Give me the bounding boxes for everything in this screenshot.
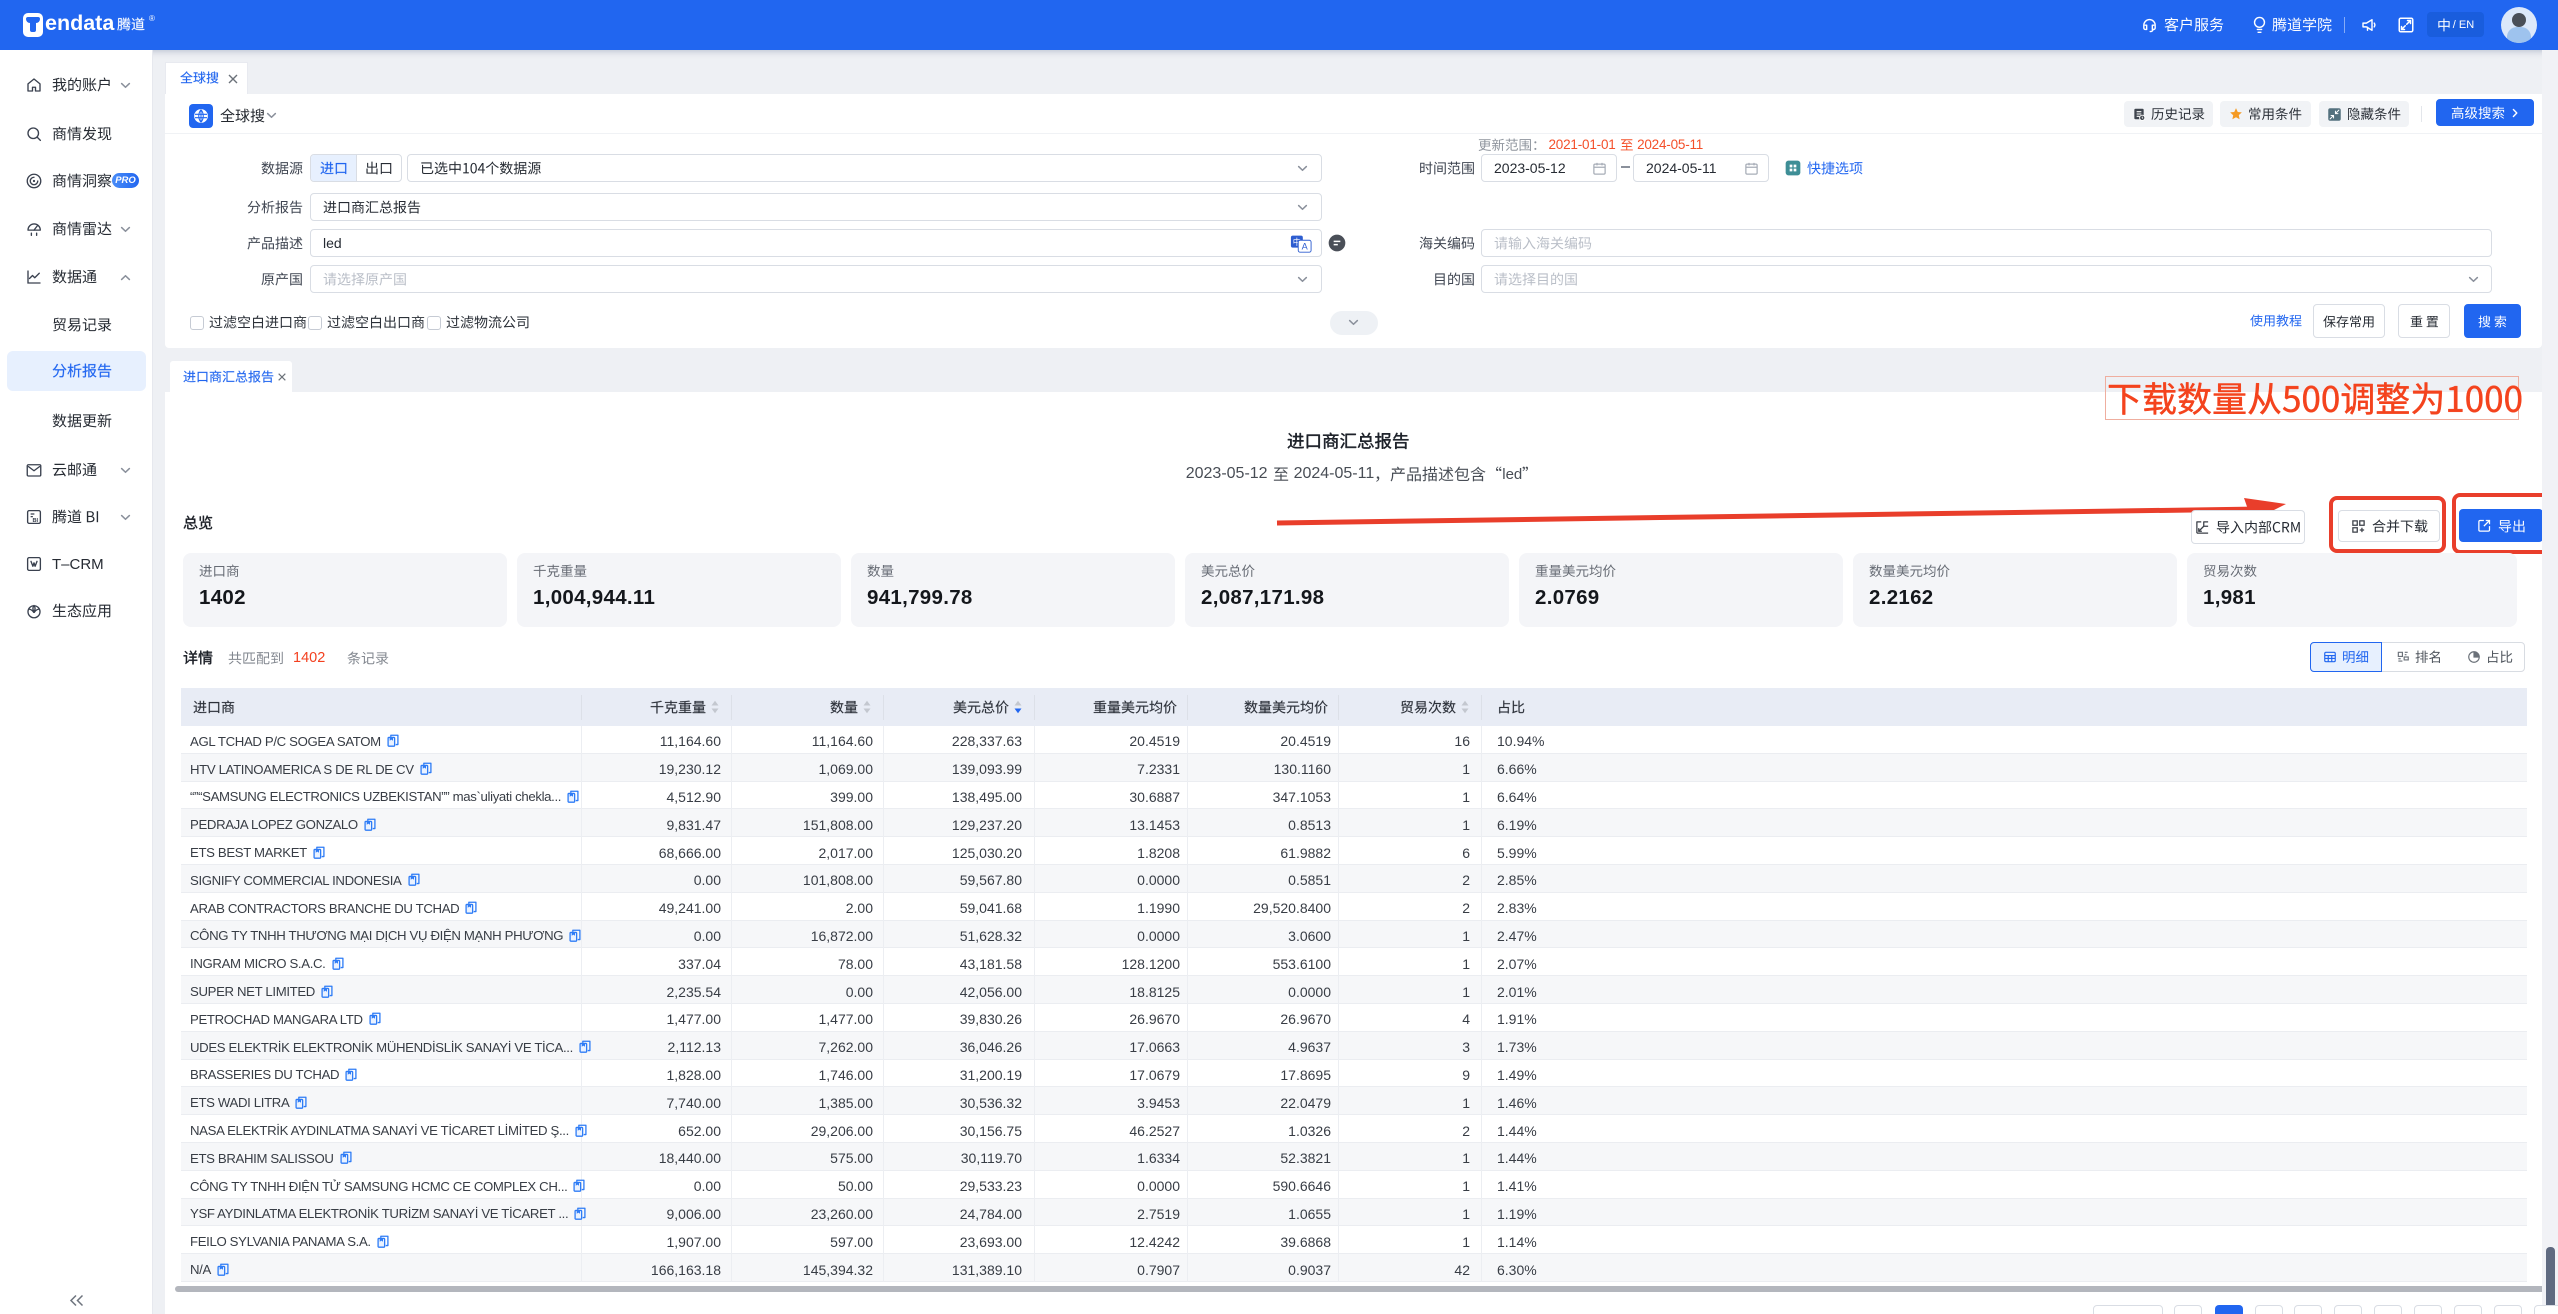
svg-text:BI: BI: [33, 518, 39, 524]
svg-text:A: A: [1302, 241, 1309, 251]
